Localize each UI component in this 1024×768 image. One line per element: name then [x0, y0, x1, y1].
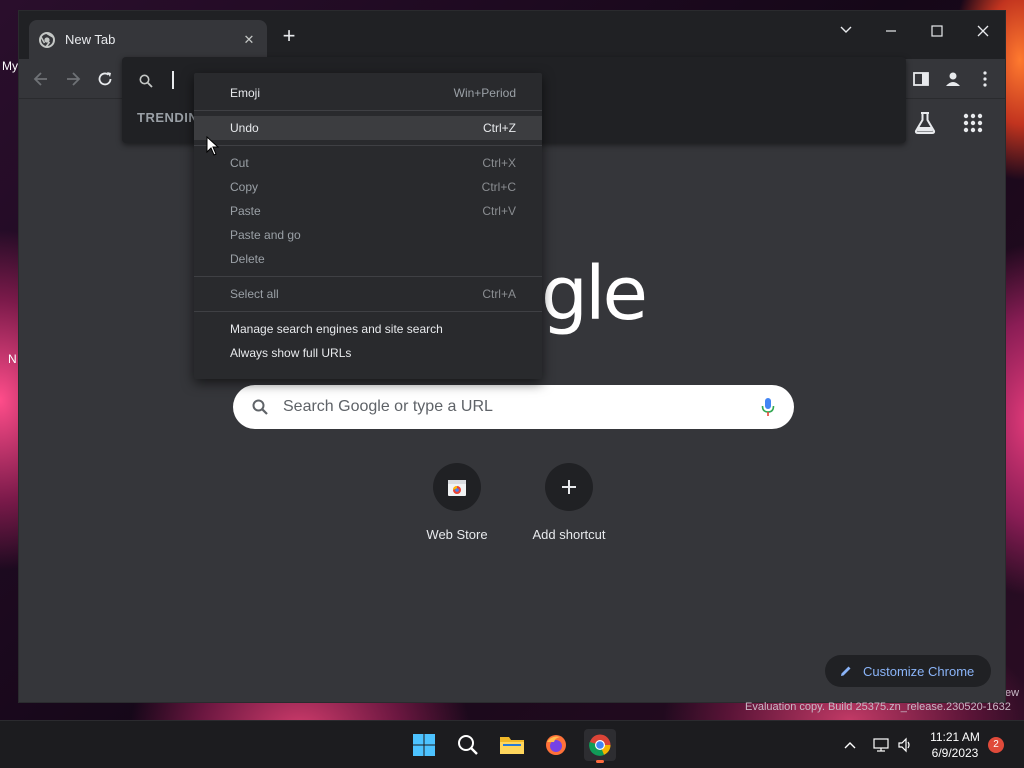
labs-flask-icon[interactable]: [911, 109, 939, 137]
shortcut-label: Web Store: [426, 527, 488, 542]
menu-item-paste-and-go[interactable]: Paste and go: [194, 223, 542, 247]
maximize-button[interactable]: [922, 17, 952, 41]
menu-item-delete[interactable]: Delete: [194, 247, 542, 271]
start-button[interactable]: [408, 729, 440, 761]
shortcut-add[interactable]: Add shortcut: [513, 463, 625, 542]
menu-item-emoji[interactable]: Emoji Win+Period: [194, 81, 542, 105]
menu-separator: [194, 145, 542, 146]
trending-header: TRENDIN: [137, 110, 199, 125]
menu-item-cut[interactable]: Cut Ctrl+X: [194, 151, 542, 175]
customize-label: Customize Chrome: [863, 663, 975, 679]
taskbar-firefox[interactable]: [540, 729, 572, 761]
evaluation-watermark: Evaluation copy. Build 25375.zn_release.…: [745, 701, 1011, 713]
new-tab-button[interactable]: +: [277, 25, 301, 49]
taskbar-search-button[interactable]: [452, 729, 484, 761]
menu-separator: [194, 311, 542, 312]
menu-item-always-show-full-urls[interactable]: Always show full URLs: [194, 341, 542, 365]
ntp-search-input[interactable]: [283, 398, 760, 416]
notification-badge[interactable]: 2: [988, 737, 1004, 753]
chrome-icon: [39, 31, 55, 48]
web-store-icon: [448, 480, 466, 496]
search-icon: [458, 735, 478, 755]
clock-date: 6/9/2023: [931, 746, 979, 760]
close-icon[interactable]: ✕: [241, 32, 257, 48]
mouse-pointer-icon: [206, 136, 220, 156]
search-icon: [252, 399, 268, 415]
volume-icon[interactable]: [897, 737, 913, 753]
tab-search-chevron-down-icon[interactable]: [831, 17, 861, 41]
customize-chrome-button[interactable]: Customize Chrome: [825, 655, 991, 687]
profile-icon[interactable]: [943, 69, 963, 89]
taskbar-file-explorer[interactable]: [496, 729, 528, 761]
desktop-icon-label[interactable]: N: [8, 352, 17, 366]
plus-icon: [562, 480, 576, 494]
clock-time: 11:21 AM: [930, 730, 980, 744]
google-logo: gle: [541, 251, 648, 337]
menu-item-select-all[interactable]: Select all Ctrl+A: [194, 282, 542, 306]
shortcut-web-store[interactable]: Web Store: [401, 463, 513, 542]
apps-grid-icon[interactable]: [959, 109, 987, 137]
ntp-search-box[interactable]: [233, 385, 794, 429]
side-panel-icon[interactable]: [911, 69, 931, 89]
context-menu: Emoji Win+Period Undo Ctrl+Z Cut Ctrl+X …: [194, 73, 542, 379]
menu-separator: [194, 276, 542, 277]
browser-window: New Tab ✕ + TRENDIN gle Search Google or…: [18, 10, 1006, 703]
menu-item-manage-search-engines[interactable]: Manage search engines and site search: [194, 317, 542, 341]
desktop-icon-label[interactable]: My: [2, 59, 18, 73]
omnibox-input[interactable]: [172, 71, 174, 89]
windows-logo-icon: [413, 734, 435, 756]
forward-arrow-icon[interactable]: [63, 69, 83, 89]
reload-icon[interactable]: [95, 69, 115, 89]
title-bar[interactable]: New Tab ✕ +: [19, 11, 1005, 59]
pencil-icon: [841, 666, 851, 676]
taskbar-chrome[interactable]: [584, 729, 616, 763]
menu-item-undo[interactable]: Undo Ctrl+Z: [194, 116, 542, 140]
network-icon[interactable]: [873, 737, 889, 753]
shortcut-label: Add shortcut: [532, 527, 606, 542]
watermark-fragment: ew: [1005, 687, 1020, 699]
chevron-up-icon[interactable]: [842, 737, 858, 753]
tab-new-tab[interactable]: New Tab ✕: [29, 20, 267, 59]
menu-separator: [194, 110, 542, 111]
firefox-icon: [546, 735, 566, 755]
taskbar: 11:21 AM 6/9/2023 2: [0, 720, 1024, 768]
folder-icon: [500, 737, 524, 754]
microphone-icon[interactable]: [760, 397, 776, 417]
active-app-indicator: [596, 760, 604, 763]
menu-item-copy[interactable]: Copy Ctrl+C: [194, 175, 542, 199]
minimize-button[interactable]: [876, 17, 906, 41]
chrome-icon: [589, 734, 611, 756]
system-clock[interactable]: 11:21 AM 6/9/2023: [924, 729, 986, 761]
kebab-menu-icon[interactable]: [975, 69, 995, 89]
close-window-button[interactable]: [968, 17, 998, 41]
menu-item-paste[interactable]: Paste Ctrl+V: [194, 199, 542, 223]
search-icon: [139, 74, 153, 88]
back-arrow-icon[interactable]: [31, 69, 51, 89]
tab-title: New Tab: [65, 32, 116, 47]
